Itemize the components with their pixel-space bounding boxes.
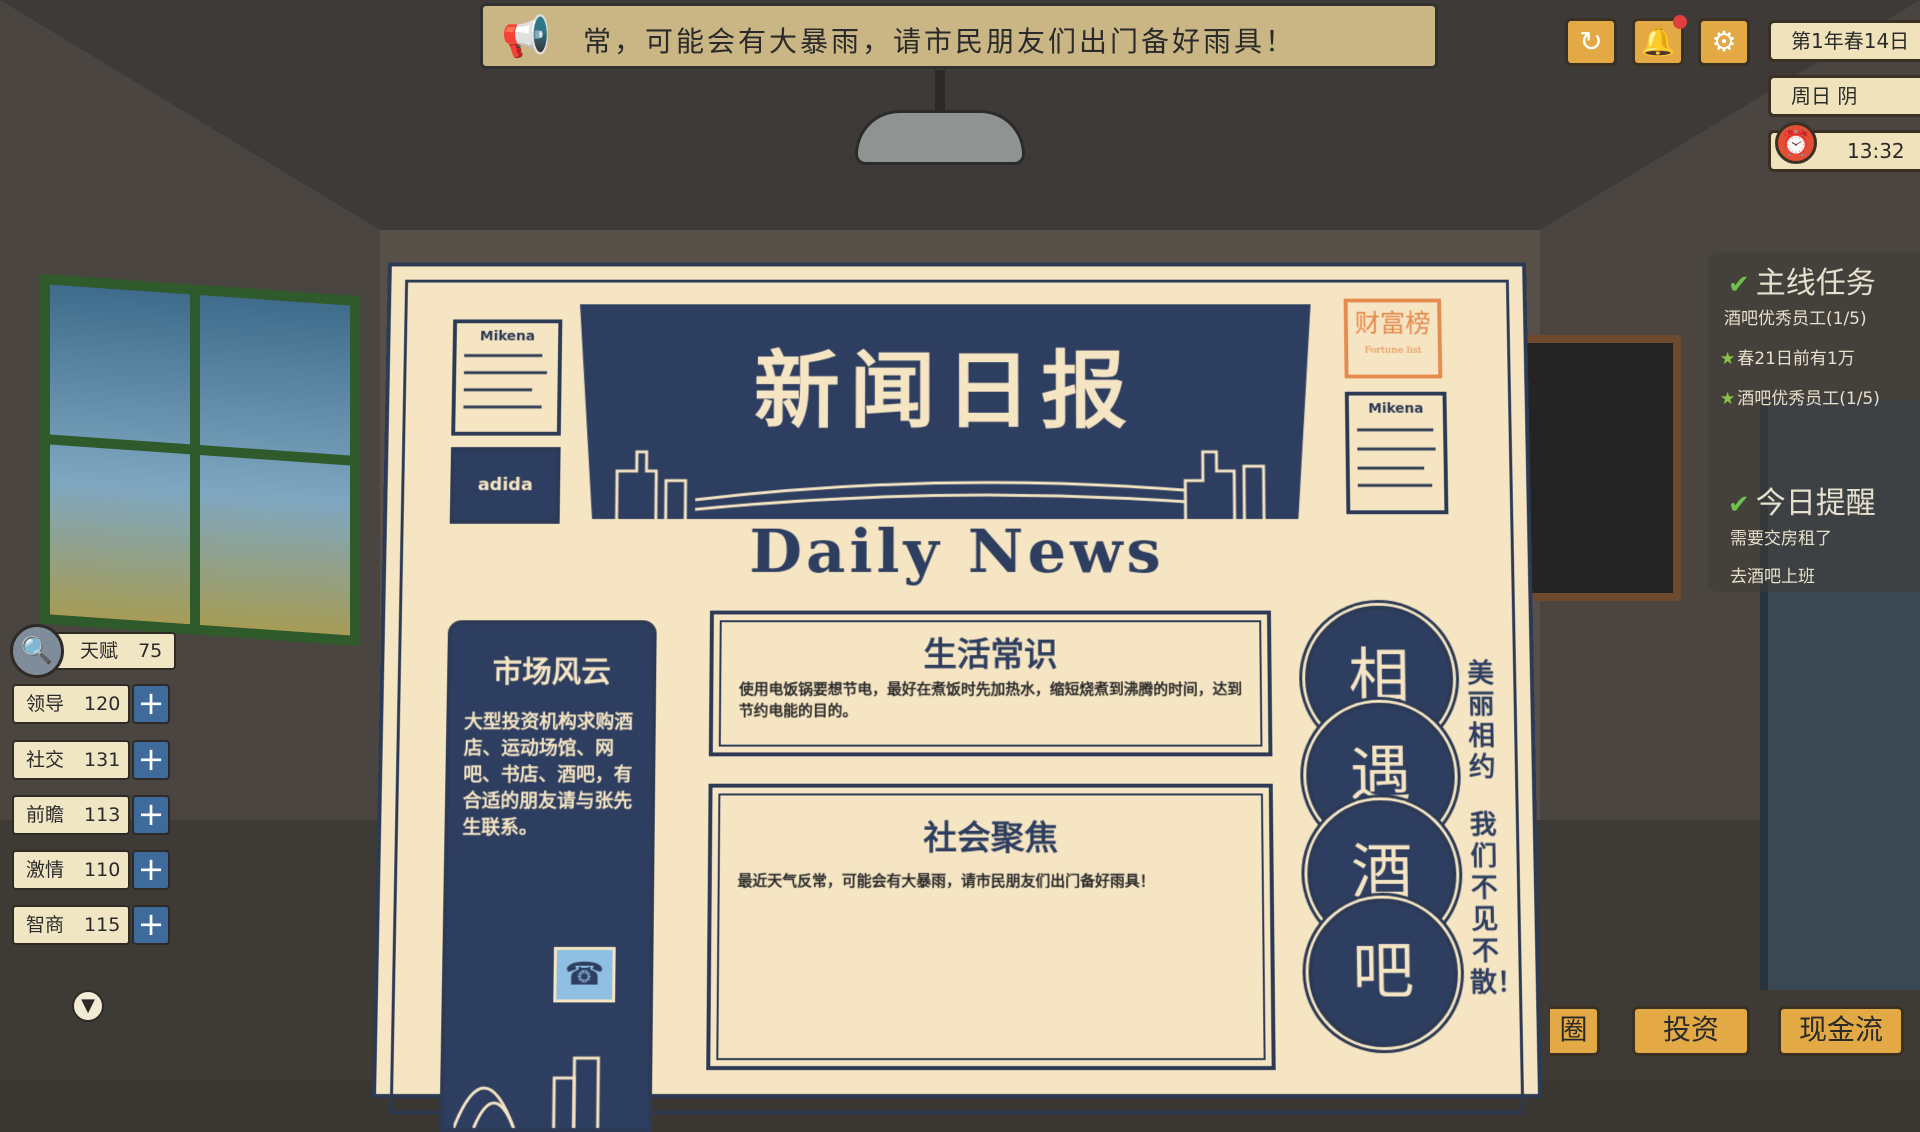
quest-item: ★ 酒吧优秀员工(1/5) — [1720, 389, 1880, 409]
ad-mikena-right: Mikena — [1344, 391, 1449, 515]
magnifier-icon[interactable]: 🔍 — [10, 624, 64, 678]
notification-button[interactable]: 🔔 — [1632, 15, 1687, 66]
stat-label: 社交 — [26, 749, 65, 771]
reminder-item: 去酒吧上班 — [1730, 567, 1815, 587]
add-social-button[interactable]: + — [132, 740, 170, 780]
article-text: 最近天气反常，可能会有大暴雨，请市民朋友们出门备好雨具！ — [737, 871, 1155, 890]
stat-iq: 智商 115 + — [12, 905, 170, 945]
masthead: 新闻日报 — [577, 304, 1313, 519]
star-icon: ★ — [1720, 389, 1736, 409]
announcement-text: 常，可能会有大暴雨，请市民朋友们出门备好雨具！ — [583, 25, 1297, 58]
chevron-down-icon: ▼ — [81, 995, 95, 1016]
newspaper-title-cn: 新闻日报 — [753, 340, 1138, 440]
refresh-button[interactable]: ↻ — [1565, 18, 1617, 66]
date-display: 第1年春14日 — [1768, 20, 1920, 62]
circle-button[interactable]: 圈 — [1550, 1006, 1600, 1056]
blackboard — [1515, 335, 1681, 601]
reminder-title: 今日提醒 — [1755, 486, 1876, 521]
market-skyline — [454, 1038, 635, 1128]
check-icon: ✔ — [1728, 490, 1750, 520]
weekday-weather-display: 周日 阴 — [1768, 75, 1920, 117]
ad-scribble — [1349, 417, 1444, 494]
megaphone-icon: 📢 — [501, 14, 551, 60]
check-icon: ✔ — [1728, 270, 1750, 300]
stat-label: 激情 — [26, 859, 65, 881]
quest-item: ★ 春21日前有1万 — [1720, 349, 1855, 369]
stat-value: 110 — [84, 859, 121, 881]
ad-scribble — [455, 344, 558, 420]
stat-social: 社交 131 + — [12, 740, 170, 780]
main-quest-title: 主线任务 — [1755, 266, 1876, 301]
add-leadership-button[interactable]: + — [132, 684, 170, 724]
pub-char: 吧 — [1307, 898, 1460, 1048]
reminder-item: 需要交房租了 — [1730, 529, 1832, 549]
add-iq-button[interactable]: + — [132, 905, 170, 945]
newspaper-title-en: Daily News — [749, 516, 1165, 587]
stat-passion: 激情 110 + — [12, 850, 170, 890]
stat-value: 120 — [84, 693, 121, 715]
refresh-icon: ↻ — [1579, 25, 1603, 58]
article-title: 社会聚焦 — [923, 818, 1059, 859]
ceiling-lamp — [855, 70, 1025, 165]
pub-advert[interactable]: 相 遇 酒 吧 — [1304, 605, 1460, 1097]
stat-label: 智商 — [26, 914, 65, 936]
quest-item: 酒吧优秀员工(1/5) — [1724, 309, 1867, 329]
star-icon: ★ — [1720, 349, 1736, 369]
ad-mikena-left: Mikena — [451, 319, 563, 436]
slogan-line-2: 我们不见不散！ — [1469, 810, 1525, 999]
stat-value: 113 — [84, 804, 121, 826]
stat-label: 前瞻 — [26, 804, 65, 826]
notification-dot — [1673, 15, 1687, 29]
quest-panel: ✔ 主线任务 酒吧优秀员工(1/5) ★ 春21日前有1万 ★ 酒吧优秀员工(1/5)… — [1708, 252, 1920, 592]
add-foresight-button[interactable]: + — [132, 795, 170, 835]
stat-foresight: 前瞻 113 + — [12, 795, 170, 835]
article-title: 生活常识 — [923, 635, 1058, 675]
phone-icon[interactable]: ☎ — [553, 946, 616, 1003]
article-text: 使用电饭锅要想节电，最好在煮饭时先加热水，缩短烧煮到沸腾的时间，达到节约电能的目… — [738, 680, 1243, 720]
stat-leadership: 领导 120 + — [12, 684, 170, 724]
article-social-focus: 社会聚焦 最近天气反常，可能会有大暴雨，请市民朋友们出门备好雨具！ — [706, 783, 1276, 1071]
ad-brand-label: Mikena — [1368, 401, 1424, 417]
city-skyline — [597, 433, 1294, 519]
market-text: 大型投资机构求购酒店、运动场馆、网吧、书店、酒吧，有合适的朋友请与张先生联系。 — [462, 711, 634, 839]
ad-brand-label: Mikena — [479, 328, 536, 345]
stat-label: 领导 — [26, 693, 65, 715]
settings-button[interactable]: ⚙ — [1698, 18, 1750, 66]
market-title: 市场风云 — [492, 655, 612, 690]
main-quest-heading[interactable]: ✔ 主线任务 — [1728, 258, 1876, 302]
newspaper[interactable]: Mikena adida 新闻日报 财富榜 Fortune list Mikena… — [372, 262, 1542, 1132]
talent-bar: 天赋 75 — [50, 632, 176, 670]
fortune-list-stamp[interactable]: 财富榜 Fortune list — [1343, 298, 1443, 379]
announcement-bar: 📢 常，可能会有大暴雨，请市民朋友们出门备好雨具！ — [480, 3, 1438, 69]
add-passion-button[interactable]: + — [132, 850, 170, 890]
reminder-heading[interactable]: ✔ 今日提醒 — [1728, 478, 1876, 522]
bell-icon: 🔔 — [1640, 25, 1676, 58]
talent-stat: 天赋 75 🔍 — [10, 624, 176, 678]
article-life-tips: 生活常识 使用电饭锅要想节电，最好在煮饭时先加热水，缩短烧煮到沸腾的时间，达到节… — [708, 610, 1273, 757]
market-column: 市场风云 大型投资机构求购酒店、运动场馆、网吧、书店、酒吧，有合适的朋友请与张先… — [439, 620, 657, 1132]
stat-value: 131 — [84, 749, 121, 771]
room-window — [40, 273, 360, 647]
alarm-clock-icon: ⏰ — [1775, 122, 1817, 164]
collapse-stats-button[interactable]: ▼ — [72, 990, 104, 1022]
ad-adida: adida — [449, 447, 561, 524]
gear-icon: ⚙ — [1711, 25, 1737, 58]
slogan-line-1: 美丽相约 — [1467, 659, 1496, 783]
invest-button[interactable]: 投资 — [1632, 1006, 1750, 1056]
cashflow-button[interactable]: 现金流 — [1778, 1006, 1904, 1056]
stat-value: 115 — [84, 914, 121, 936]
